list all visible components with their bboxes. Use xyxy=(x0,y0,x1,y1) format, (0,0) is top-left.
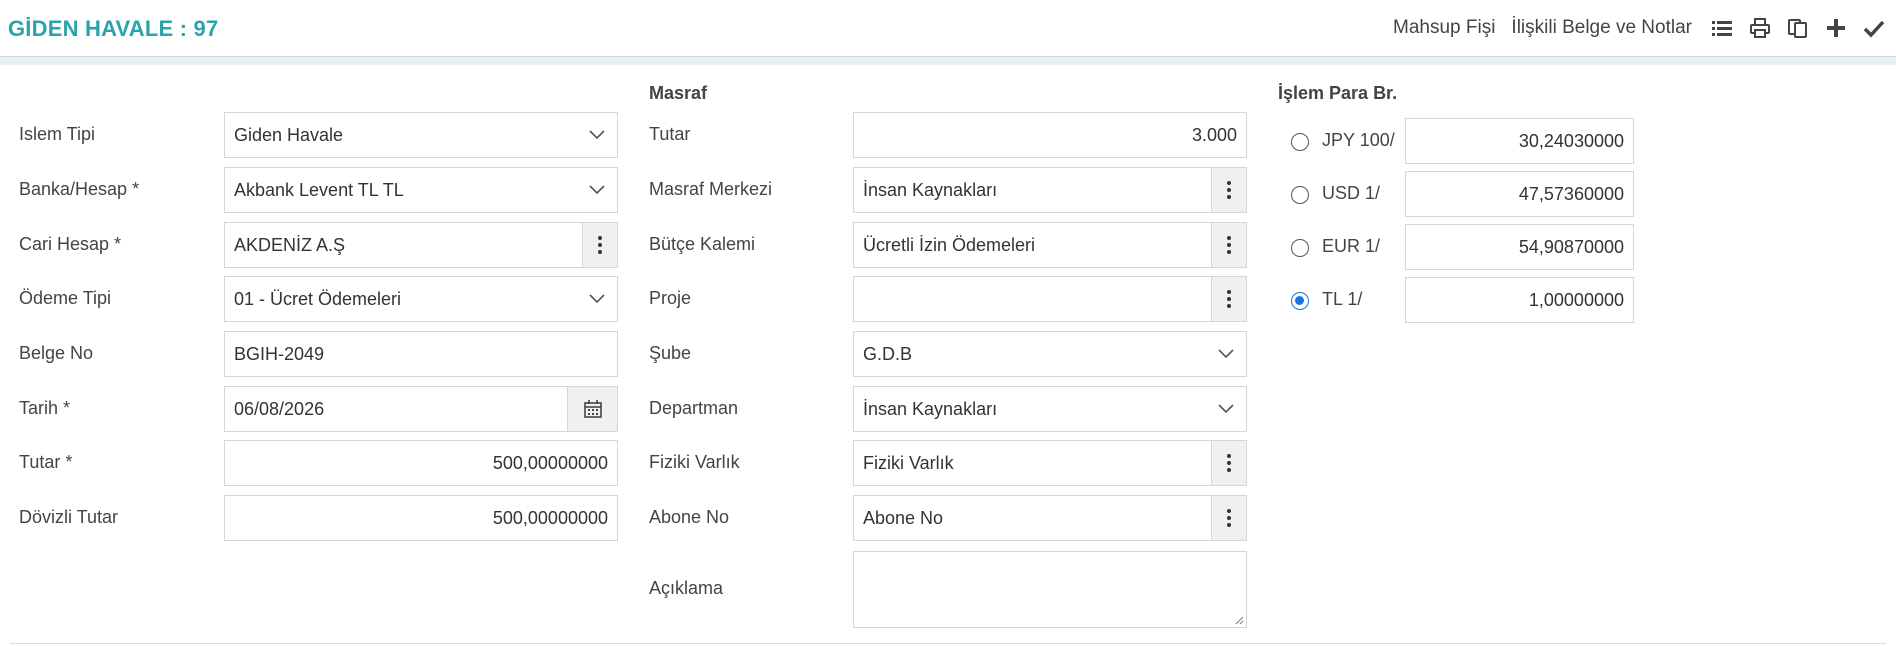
fiziki-varlik-label: Fiziki Varlık xyxy=(649,452,740,472)
cari-hesap-label: Cari Hesap * xyxy=(19,234,122,254)
abone-no-field[interactable]: Abone No xyxy=(853,495,1247,541)
page-title: GİDEN HAVALE : 97 xyxy=(8,16,219,41)
calendar-icon[interactable] xyxy=(567,387,617,431)
islem-tipi-select[interactable]: Giden Havale xyxy=(224,112,618,158)
currency-radio-jpy[interactable] xyxy=(1291,133,1309,151)
tutar-label: Tutar * xyxy=(19,452,73,472)
print-icon[interactable] xyxy=(1746,14,1774,42)
sube-value: G.D.B xyxy=(863,343,913,364)
masraf-tutar-input[interactable]: 3.000 xyxy=(853,112,1247,158)
tarih-value: 06/08/2026 xyxy=(234,398,325,419)
butce-kalemi-value: Ücretli İzin Ödemeleri xyxy=(863,234,1036,255)
header-subbar xyxy=(0,57,1896,65)
departman-select[interactable]: İnsan Kaynakları xyxy=(853,386,1247,432)
currency-label-tl: TL 1/ xyxy=(1322,289,1363,309)
masraf-merkezi-label: Masraf Merkezi xyxy=(649,179,773,199)
islem-tipi-value: Giden Havale xyxy=(234,124,344,145)
abone-no-label: Abone No xyxy=(649,507,730,527)
copy-icon[interactable] xyxy=(1784,14,1812,42)
chevron-down-icon xyxy=(1206,332,1246,376)
bottom-divider xyxy=(10,643,1886,644)
currency-rate-jpy-value: 30,24030000 xyxy=(1518,130,1624,151)
islem-tipi-label: Islem Tipi xyxy=(19,124,96,144)
more-options-icon[interactable] xyxy=(582,223,617,267)
currency-radio-usd[interactable] xyxy=(1291,186,1309,204)
more-options-icon[interactable] xyxy=(1211,168,1246,212)
iliskili-belge-link[interactable]: İlişkili Belge ve Notlar xyxy=(1511,17,1692,39)
currency-rate-usd[interactable]: 47,57360000 xyxy=(1405,171,1634,217)
belge-no-label: Belge No xyxy=(19,343,94,363)
masraf-merkezi-field[interactable]: İnsan Kaynakları xyxy=(853,167,1247,213)
tarih-label: Tarih * xyxy=(19,398,71,418)
masraf-tutar-label: Tutar xyxy=(649,124,691,144)
butce-kalemi-field[interactable]: Ücretli İzin Ödemeleri xyxy=(853,222,1247,268)
currency-radio-tl[interactable] xyxy=(1291,292,1309,310)
departman-value: İnsan Kaynakları xyxy=(863,398,998,419)
tutar-value: 500,00000000 xyxy=(492,452,608,473)
tarih-input[interactable]: 06/08/2026 xyxy=(224,386,618,432)
tutar-input[interactable]: 500,00000000 xyxy=(224,440,618,486)
proje-label: Proje xyxy=(649,288,692,308)
masraf-tutar-value: 3.000 xyxy=(1191,124,1237,145)
odeme-tipi-value: 01 - Ücret Ödemeleri xyxy=(234,288,402,309)
banka-hesap-value: Akbank Levent TL TL xyxy=(234,179,404,200)
cari-hesap-value: AKDENİZ A.Ş xyxy=(234,234,346,255)
belge-no-input[interactable]: BGIH-2049 xyxy=(224,331,618,377)
chevron-down-icon xyxy=(577,168,617,212)
sube-select[interactable]: G.D.B xyxy=(853,331,1247,377)
cari-hesap-field[interactable]: AKDENİZ A.Ş xyxy=(224,222,618,268)
odeme-tipi-label: Ödeme Tipi xyxy=(19,288,112,308)
aciklama-label: Açıklama xyxy=(649,578,724,598)
currency-rate-tl-value: 1,00000000 xyxy=(1528,289,1624,310)
plus-icon[interactable] xyxy=(1822,14,1850,42)
dovizli-tutar-input[interactable]: 500,00000000 xyxy=(224,495,618,541)
banka-hesap-label: Banka/Hesap * xyxy=(19,179,140,199)
fiziki-varlik-field[interactable]: Fiziki Varlık xyxy=(853,440,1247,486)
dovizli-tutar-value: 500,00000000 xyxy=(492,507,608,528)
butce-kalemi-label: Bütçe Kalemi xyxy=(649,234,756,254)
page-header: GİDEN HAVALE : 97 Mahsup Fişi İlişkili B… xyxy=(0,0,1896,57)
more-options-icon[interactable] xyxy=(1211,441,1246,485)
proje-field[interactable] xyxy=(853,276,1247,322)
dovizli-tutar-label: Dövizli Tutar xyxy=(19,507,119,527)
currency-rate-eur[interactable]: 54,90870000 xyxy=(1405,224,1634,270)
currency-rate-usd-value: 47,57360000 xyxy=(1518,183,1624,204)
belge-no-value: BGIH-2049 xyxy=(234,343,325,364)
departman-label: Departman xyxy=(649,398,739,418)
chevron-down-icon xyxy=(577,277,617,321)
list-icon[interactable] xyxy=(1708,14,1736,42)
fiziki-varlik-value: Fiziki Varlık xyxy=(863,452,954,473)
check-icon[interactable] xyxy=(1860,14,1888,42)
currency-label-jpy: JPY 100/ xyxy=(1322,130,1395,150)
odeme-tipi-select[interactable]: 01 - Ücret Ödemeleri xyxy=(224,276,618,322)
resize-grip-icon[interactable] xyxy=(1234,615,1244,625)
more-options-icon[interactable] xyxy=(1211,496,1246,540)
sube-label: Şube xyxy=(649,343,692,363)
chevron-down-icon xyxy=(1206,387,1246,431)
masraf-merkezi-value: İnsan Kaynakları xyxy=(863,179,998,200)
more-options-icon[interactable] xyxy=(1211,277,1246,321)
more-options-icon[interactable] xyxy=(1211,223,1246,267)
currency-rate-tl[interactable]: 1,00000000 xyxy=(1405,277,1634,323)
header-actions: Mahsup Fişi İlişkili Belge ve Notlar xyxy=(1393,14,1888,42)
currency-rate-eur-value: 54,90870000 xyxy=(1518,236,1624,257)
currency-radio-eur[interactable] xyxy=(1291,239,1309,257)
currency-label-usd: USD 1/ xyxy=(1322,183,1381,203)
aciklama-textarea[interactable] xyxy=(853,551,1247,628)
banka-hesap-select[interactable]: Akbank Levent TL TL xyxy=(224,167,618,213)
mahsup-fisi-link[interactable]: Mahsup Fişi xyxy=(1393,17,1495,39)
masraf-section-title: Masraf xyxy=(649,83,708,103)
abone-no-value: Abone No xyxy=(863,507,944,528)
chevron-down-icon xyxy=(577,113,617,157)
currency-rate-jpy[interactable]: 30,24030000 xyxy=(1405,118,1634,164)
islem-para-br-title: İşlem Para Br. xyxy=(1278,83,1398,103)
currency-label-eur: EUR 1/ xyxy=(1322,236,1381,256)
